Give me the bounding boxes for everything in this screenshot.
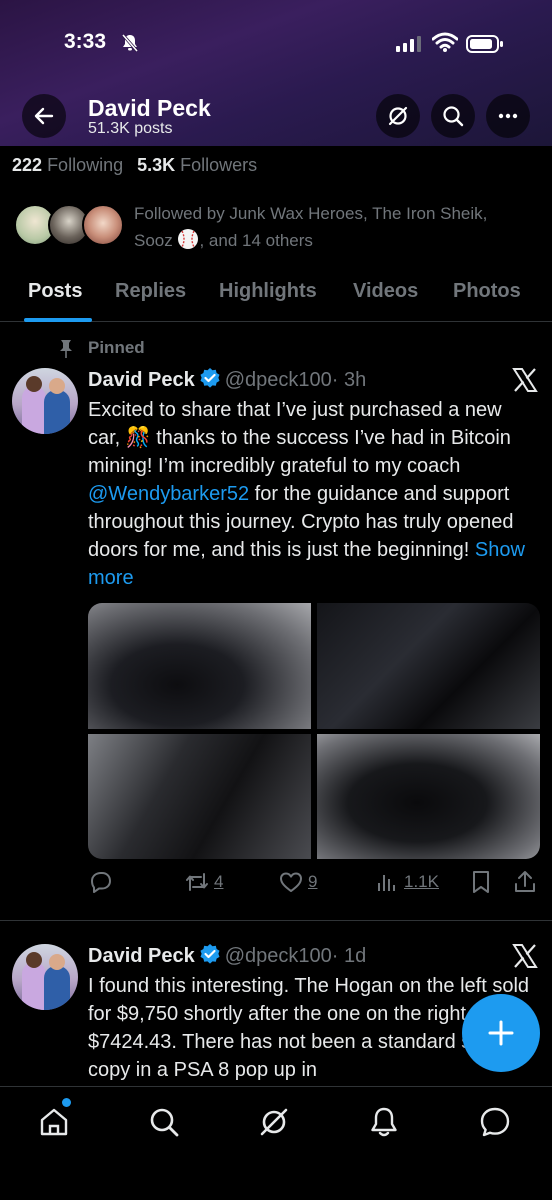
more-options-button[interactable] [486,94,530,138]
followers-link[interactable]: 5.3K Followers [137,155,257,175]
status-time: 3:33 [64,30,107,53]
post-body: Excited to share that I’ve just purchase… [88,396,538,592]
search-icon [443,106,464,127]
tab-highlights[interactable]: Highlights [219,280,317,303]
plus-icon [488,1020,514,1046]
heart-icon [280,872,302,892]
like-button[interactable]: 9 [278,866,317,898]
media-photo-3[interactable] [88,734,311,859]
search-button[interactable] [431,94,475,138]
header-name: David Peck [88,95,211,121]
post-header: David Peck @dpeck100· 1d [88,943,366,968]
repost-icon [186,873,208,891]
x-logo-icon [512,368,538,392]
bottom-navigation [0,1086,552,1200]
following-label: Following [47,155,124,175]
messages-icon[interactable] [478,1105,512,1139]
tab-videos[interactable]: Videos [353,280,418,303]
tab-posts[interactable]: Posts [28,280,82,303]
active-tab-indicator [24,318,92,322]
compose-post-button[interactable] [462,994,540,1072]
verified-badge-icon [200,368,220,388]
baseball-icon [178,229,199,249]
arrow-left-icon [34,107,54,125]
followers-label: Followers [180,155,258,175]
media-photo-1[interactable] [88,603,311,729]
post-author-handle[interactable]: @dpeck100 [225,369,332,391]
post-author-avatar[interactable] [12,368,78,434]
status-bar: 3:33 [0,30,552,62]
bell-slash-icon [121,34,139,52]
bookmark-icon [473,871,489,893]
profile-tabs: Posts Replies Highlights Videos Photos [0,274,552,322]
reply-button[interactable] [88,866,114,898]
search-icon[interactable] [147,1105,181,1139]
post-author-name[interactable]: David Peck [88,369,195,391]
mention-link[interactable]: @Wendybarker52 [88,483,249,505]
header-post-count: 51.3K posts [88,120,173,137]
grok-button[interactable] [376,94,420,138]
post-text: Excited to share that I’ve just purchase… [88,399,511,477]
followed-by-others: , and 14 others [199,231,313,250]
follow-stats: 222 Following 5.3K Followers [12,155,257,176]
view-count: 1.1K [404,872,439,891]
back-button[interactable] [22,94,66,138]
tab-replies[interactable]: Replies [115,280,186,303]
post-author-handle[interactable]: @dpeck100 [225,945,332,967]
followers-count: 5.3K [137,155,176,175]
more-dots-icon [498,113,518,119]
grok-icon[interactable] [257,1105,291,1139]
following-count: 222 [12,155,43,175]
post-header: David Peck @dpeck100· 3h [88,367,366,392]
reply-icon [91,872,111,893]
post-media-grid [88,603,540,859]
media-photo-4[interactable] [317,734,540,859]
wifi-icon [432,32,458,52]
repost-button[interactable]: 4 [184,866,223,898]
profile-header: David Peck 51.3K posts [0,92,552,144]
share-icon [515,871,535,892]
home-notification-dot [62,1098,71,1107]
bookmark-button[interactable] [468,866,494,898]
post-time: · 3h [331,369,367,391]
post-author-name[interactable]: David Peck [88,945,195,967]
post-actions: 4 9 1.1K [88,866,542,898]
views-button[interactable]: 1.1K [374,866,439,898]
repost-count: 4 [214,872,224,891]
verified-badge-icon [200,944,220,964]
followed-by-sooz: Sooz [134,231,173,250]
followed-by-line1: Followed by Junk Wax Heroes, The Iron Sh… [134,204,488,223]
pin-icon [60,340,72,358]
x-logo-icon [512,944,538,968]
followed-by-text: Followed by Junk Wax Heroes, The Iron Sh… [134,200,544,254]
avatar [82,204,124,246]
like-count: 9 [308,872,318,891]
post-time: · 1d [331,945,367,967]
home-icon[interactable] [37,1105,71,1139]
tab-photos[interactable]: Photos [453,280,521,303]
notifications-bell-icon[interactable] [367,1105,401,1139]
media-photo-2[interactable] [317,603,540,729]
pinned-label: Pinned [88,338,145,357]
followers-you-know-avatars [14,204,130,248]
post-author-avatar[interactable] [12,944,78,1010]
cellular-signal-icon [396,36,421,52]
share-button[interactable] [512,866,538,898]
grok-icon [388,106,408,126]
battery-icon [466,35,503,53]
following-link[interactable]: 222 Following [12,155,123,175]
followed-by-row[interactable]: Followed by Junk Wax Heroes, The Iron Sh… [12,198,542,258]
post-divider [0,920,552,921]
bar-chart-icon [378,875,395,891]
